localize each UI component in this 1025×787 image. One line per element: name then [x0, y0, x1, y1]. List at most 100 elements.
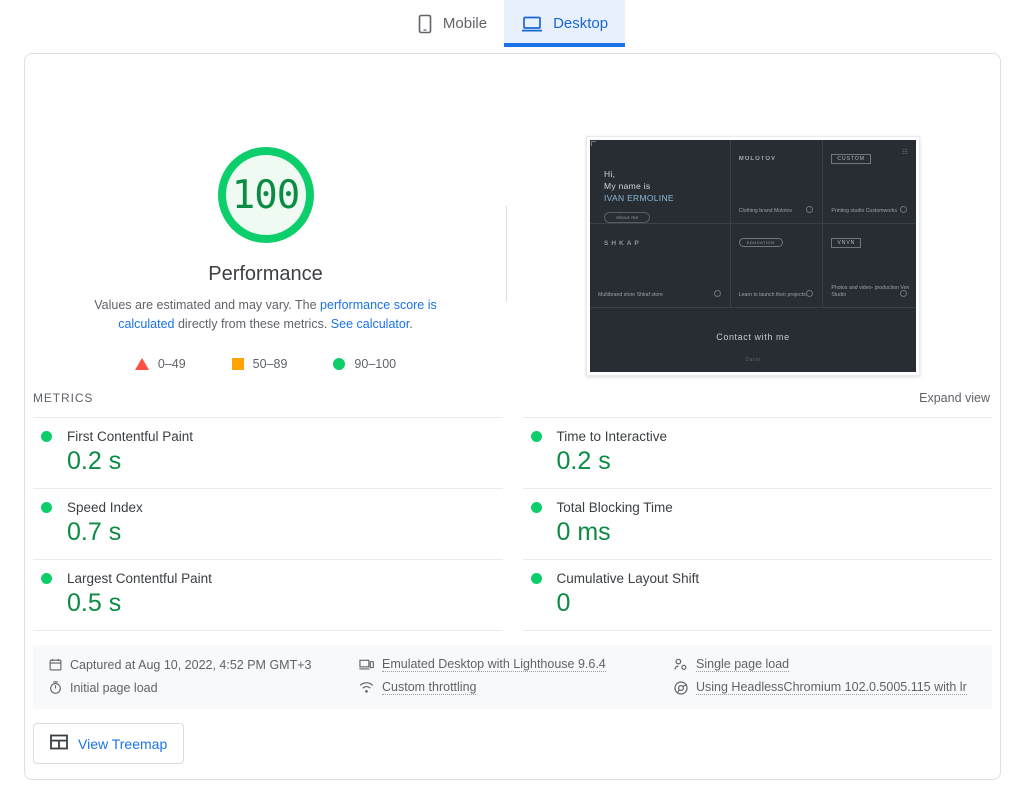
- metric-largest-contentful-paint[interactable]: Largest Contentful Paint 0.5 s: [33, 559, 503, 631]
- metric-value: 0.7 s: [67, 518, 122, 546]
- metric-name: Speed Index: [67, 500, 143, 515]
- custom-logo: CUSTOM: [831, 154, 871, 164]
- metrics-header: METRICS Expand view: [25, 391, 1000, 405]
- arrow-icon: [900, 206, 907, 213]
- status-badge: [530, 502, 542, 513]
- screenshot-cell-caption: Clothing brand Molotov: [738, 208, 793, 214]
- status-badge: [41, 573, 52, 584]
- metric-value: 0.2 s: [556, 447, 611, 475]
- screenshot-grid: Hi, My name is IVAN ERMOLINE About me MO…: [590, 140, 916, 308]
- venstudio-logo: VNVN: [831, 238, 862, 248]
- screenshot-contact-text: Contact with me: [716, 332, 790, 342]
- treemap-row: View Treemap: [25, 709, 1000, 764]
- tab-desktop[interactable]: Desktop: [504, 0, 626, 47]
- arrow-icon: [806, 206, 814, 213]
- meta-captured-at-text: Captured at Aug 10, 2022, 4:52 PM GMT+3: [70, 657, 312, 672]
- status-badge: [41, 431, 52, 442]
- arrow-icon: [900, 290, 907, 297]
- metric-name: First Contentful Paint: [67, 429, 194, 444]
- metric-value: 0.2 s: [67, 447, 122, 475]
- view-treemap-button[interactable]: View Treemap: [33, 723, 185, 764]
- metric-name: Largest Contentful Paint: [67, 571, 212, 586]
- see-calculator-link[interactable]: See calculator: [331, 317, 410, 331]
- tab-mobile-label: Mobile: [442, 15, 488, 32]
- triangle-icon: [134, 358, 149, 370]
- screenshot-cell-caption: Printing studio Customworks: [831, 208, 898, 214]
- hero-line-2: My name is: [604, 181, 651, 191]
- report-card: 100 Performance Values are estimated and…: [24, 53, 1001, 780]
- status-badge: [530, 431, 542, 442]
- hero-line-1: Hi,: [604, 169, 616, 179]
- legend-label-average: 50–89: [252, 357, 288, 371]
- molotov-logo: MOLOTOV: [738, 156, 776, 162]
- score-region: 100 Performance Values are estimated and…: [25, 54, 1000, 389]
- metric-name: Time to Interactive: [556, 429, 668, 444]
- calendar-icon: [49, 658, 62, 671]
- legend-label-pass: 90–100: [354, 357, 397, 371]
- metric-time-to-interactive[interactable]: Time to Interactive 0.2 s: [522, 417, 992, 488]
- screenshot-cell-caption: Multibrand store Shkaf store: [598, 292, 663, 298]
- screenshot-cell-shkap: SHKAP Multibrand store Shkaf store: [590, 224, 731, 308]
- treemap-icon: [50, 734, 68, 753]
- screenshot-credit-text: Davio: [745, 357, 761, 363]
- score-description-mid: directly from these metrics.: [174, 317, 331, 331]
- arrow-icon: [713, 290, 721, 297]
- legend-label-fail: 0–49: [157, 357, 186, 371]
- expand-view-toggle[interactable]: Expand view: [919, 391, 990, 405]
- meta-single-page-load[interactable]: Single page load: [674, 657, 976, 672]
- tab-mobile[interactable]: Mobile: [400, 0, 504, 47]
- metrics-grid: First Contentful Paint 0.2 s Speed Index…: [25, 417, 1000, 631]
- meta-user-agent-text: Using HeadlessChromium 102.0.5005.115 wi…: [696, 680, 967, 695]
- meta-page-load-type-text: Initial page load: [70, 680, 158, 695]
- score-description-pre: Values are estimated and may vary. The: [94, 298, 321, 312]
- meta-emulation[interactable]: Emulated Desktop with Lighthouse 9.6.4: [359, 657, 674, 672]
- legend-item-pass: 90–100: [333, 357, 396, 371]
- metric-first-contentful-paint[interactable]: First Contentful Paint 0.2 s: [33, 417, 503, 488]
- shkap-logo: SHKAP: [604, 240, 642, 247]
- network-icon: [359, 681, 374, 694]
- metric-speed-index[interactable]: Speed Index 0.7 s: [33, 488, 503, 559]
- metric-name: Total Blocking Time: [556, 500, 673, 515]
- legend-item-fail: 0–49: [134, 357, 186, 371]
- metric-value: 0.5 s: [67, 589, 122, 617]
- metrics-column-right: Time to Interactive 0.2 s Total Blocking…: [522, 417, 992, 631]
- screenshot-cell-venstudio: VNVN Photos and video- production Ven St…: [823, 224, 916, 308]
- vertical-divider: [506, 206, 507, 301]
- final-screenshot-image: ☷ Hi, My name is IVAN ERMOLINE About me …: [590, 140, 916, 372]
- screenshot-cell-molotov: MOLOTOV Clothing brand Molotov: [730, 140, 824, 224]
- performance-score-column: 100 Performance Values are estimated and…: [25, 54, 506, 371]
- circle-icon: [333, 358, 346, 370]
- stopwatch-icon: [49, 681, 62, 694]
- user-flow-icon: [674, 658, 688, 671]
- education-logo: EDUCATION: [738, 238, 783, 247]
- legend-item-average: 50–89: [231, 357, 288, 371]
- screenshot-footer: Contact with me Davio: [590, 300, 916, 372]
- arrow-icon: [806, 290, 814, 297]
- chrome-icon: [674, 680, 688, 695]
- score-legend: 0–49 50–89 90–100: [25, 357, 506, 371]
- metric-cumulative-layout-shift[interactable]: Cumulative Layout Shift 0: [522, 559, 992, 631]
- screenshot-cell-caption: Learn to launch their projects: [738, 292, 806, 298]
- score-description-end: .: [409, 317, 413, 331]
- status-badge: [41, 502, 52, 513]
- screenshot-hero-text: Hi, My name is IVAN ERMOLINE: [604, 168, 674, 204]
- square-icon: [231, 358, 244, 370]
- run-metadata: Captured at Aug 10, 2022, 4:52 PM GMT+3 …: [33, 645, 992, 709]
- metric-value: 0: [556, 589, 571, 617]
- devices-icon: [359, 658, 374, 671]
- phone-icon: [417, 14, 433, 34]
- performance-gauge[interactable]: 100: [217, 147, 314, 243]
- performance-score-value: 100: [231, 172, 300, 218]
- tab-desktop-label: Desktop: [553, 15, 609, 32]
- hero-about-button: About me: [604, 212, 651, 223]
- meta-throttling[interactable]: Custom throttling: [359, 680, 674, 695]
- metric-total-blocking-time[interactable]: Total Blocking Time 0 ms: [522, 488, 992, 559]
- meta-captured-at: Captured at Aug 10, 2022, 4:52 PM GMT+3: [49, 657, 359, 672]
- final-screenshot[interactable]: ☷ Hi, My name is IVAN ERMOLINE About me …: [586, 136, 920, 376]
- meta-emulation-text: Emulated Desktop with Lighthouse 9.6.4: [382, 657, 606, 672]
- score-description: Values are estimated and may vary. The p…: [66, 296, 466, 334]
- meta-page-load-type: Initial page load: [49, 680, 359, 695]
- screenshot-cell-education: EDUCATION Learn to launch their projects: [730, 224, 824, 308]
- meta-user-agent[interactable]: Using HeadlessChromium 102.0.5005.115 wi…: [674, 680, 976, 695]
- meta-single-page-load-text: Single page load: [696, 657, 790, 672]
